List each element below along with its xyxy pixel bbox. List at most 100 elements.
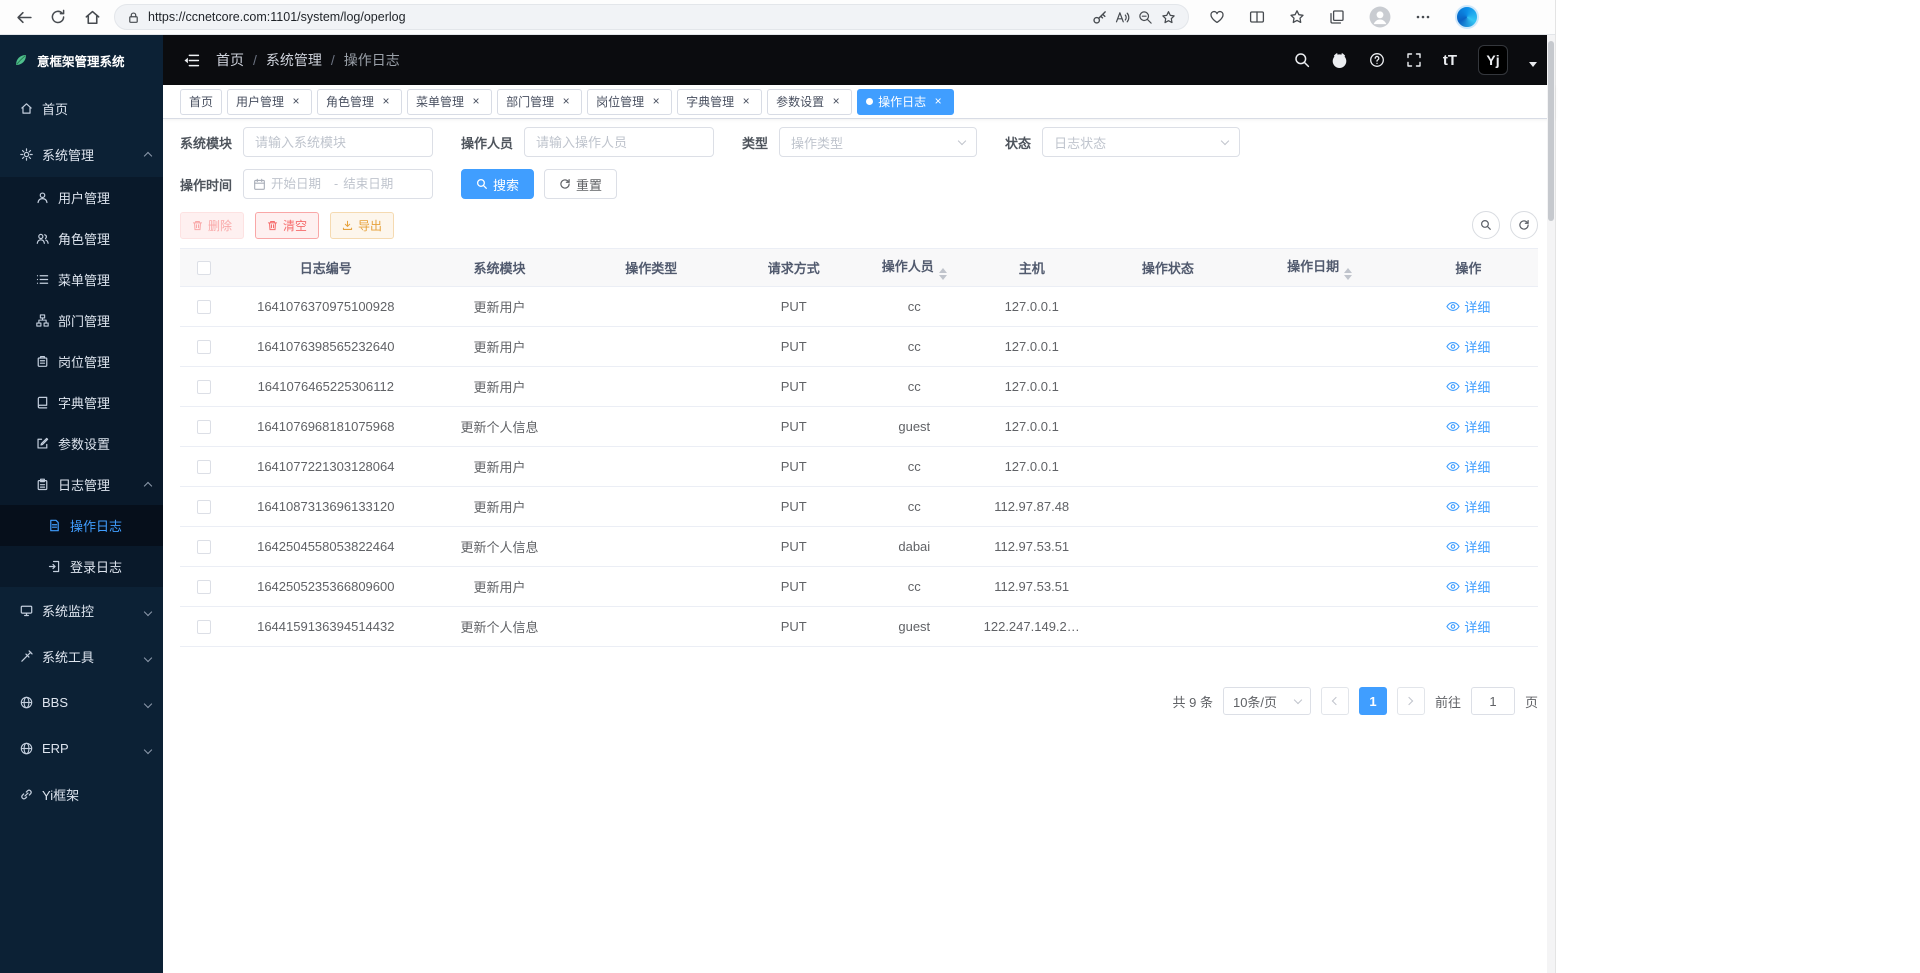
row-checkbox[interactable] <box>197 580 211 594</box>
close-icon[interactable] <box>469 95 483 109</box>
row-checkbox[interactable] <box>197 300 211 314</box>
column-operator[interactable]: 操作人员 <box>860 256 968 280</box>
collections-icon[interactable] <box>1329 9 1345 25</box>
next-page-button[interactable] <box>1397 687 1425 715</box>
sidebar-item-menu-mgmt[interactable]: 菜单管理 <box>0 259 163 300</box>
profile-avatar[interactable] <box>1369 6 1391 28</box>
refresh-icon[interactable] <box>42 3 74 31</box>
operator-input[interactable] <box>524 127 714 157</box>
close-icon[interactable] <box>649 95 663 109</box>
type-select[interactable]: 操作类型 <box>779 127 977 157</box>
tab-param-settings[interactable]: 参数设置 <box>767 89 852 115</box>
breadcrumb-item[interactable]: 系统管理 <box>266 50 322 70</box>
sidebar-item-home[interactable]: 首页 <box>0 85 163 131</box>
column-date[interactable]: 操作日期 <box>1241 256 1399 280</box>
caret-down-icon[interactable] <box>1529 62 1537 67</box>
scrollbar-thumb[interactable] <box>1548 41 1554 221</box>
detail-link[interactable]: 详细 <box>1446 457 1490 476</box>
sidebar-item-monitor[interactable]: 系统监控 <box>0 587 163 633</box>
favorite-add-icon[interactable] <box>1161 10 1176 25</box>
sidebar-item-role-mgmt[interactable]: 角色管理 <box>0 218 163 259</box>
sidebar-item-bbs[interactable]: BBS <box>0 679 163 725</box>
sidebar-item-log-mgmt[interactable]: 日志管理 <box>0 464 163 505</box>
page-size-select[interactable]: 10条/页 <box>1223 687 1311 715</box>
tab-home[interactable]: 首页 <box>180 89 222 115</box>
detail-link[interactable]: 详细 <box>1446 537 1490 556</box>
toggle-search-button[interactable] <box>1472 211 1500 239</box>
close-icon[interactable] <box>829 95 843 109</box>
favorites-icon[interactable] <box>1289 9 1305 25</box>
tab-post-mgmt[interactable]: 岗位管理 <box>587 89 672 115</box>
row-checkbox[interactable] <box>197 380 211 394</box>
detail-link[interactable]: 详细 <box>1446 377 1490 396</box>
address-bar[interactable]: https://ccnetcore.com:1101/system/log/op… <box>114 4 1189 30</box>
date-end-input[interactable] <box>343 177 401 191</box>
copilot-icon[interactable] <box>1455 5 1479 29</box>
close-icon[interactable] <box>559 95 573 109</box>
reset-button[interactable]: 重置 <box>544 169 617 199</box>
tab-oper-log[interactable]: 操作日志 <box>857 89 954 115</box>
tab-user-mgmt[interactable]: 用户管理 <box>227 89 312 115</box>
goto-page-input[interactable] <box>1471 687 1515 715</box>
fullscreen-icon[interactable] <box>1406 52 1422 68</box>
sidebar-item-yi-framework[interactable]: Yi框架 <box>0 771 163 817</box>
detail-link[interactable]: 详细 <box>1446 577 1490 596</box>
select-all-checkbox[interactable] <box>197 261 211 275</box>
password-key-icon[interactable] <box>1092 10 1107 25</box>
browser-essentials-icon[interactable] <box>1209 9 1225 25</box>
date-range-picker[interactable]: - <box>243 169 433 199</box>
detail-link[interactable]: 详细 <box>1446 617 1490 636</box>
close-icon[interactable] <box>289 95 303 109</box>
sidebar-item-param-settings[interactable]: 参数设置 <box>0 423 163 464</box>
user-logo[interactable]: Yj <box>1478 45 1508 75</box>
font-size-icon[interactable]: tT <box>1443 52 1457 69</box>
row-checkbox[interactable] <box>197 500 211 514</box>
sidebar-toggle-icon[interactable] <box>183 52 200 69</box>
sort-icon[interactable] <box>1344 268 1352 280</box>
row-checkbox[interactable] <box>197 340 211 354</box>
sort-icon[interactable] <box>939 268 947 280</box>
delete-button[interactable]: 删除 <box>180 212 244 239</box>
row-checkbox[interactable] <box>197 460 211 474</box>
sidebar-item-system-mgmt[interactable]: 系统管理 <box>0 131 163 177</box>
search-button[interactable]: 搜索 <box>461 169 534 199</box>
current-page[interactable]: 1 <box>1359 687 1387 715</box>
app-logo[interactable]: 意框架管理系统 <box>0 35 163 85</box>
date-start-input[interactable] <box>271 177 329 191</box>
settings-menu-icon[interactable] <box>1415 9 1431 25</box>
detail-link[interactable]: 详细 <box>1446 417 1490 436</box>
detail-link[interactable]: 详细 <box>1446 497 1490 516</box>
github-icon[interactable] <box>1331 52 1348 69</box>
status-select[interactable]: 日志状态 <box>1042 127 1240 157</box>
sidebar-item-login-log[interactable]: 登录日志 <box>0 546 163 587</box>
sidebar-item-tools[interactable]: 系统工具 <box>0 633 163 679</box>
row-checkbox[interactable] <box>197 420 211 434</box>
lock-icon[interactable] <box>127 11 140 24</box>
close-icon[interactable] <box>379 95 393 109</box>
zoom-out-icon[interactable] <box>1138 10 1153 25</box>
tab-role-mgmt[interactable]: 角色管理 <box>317 89 402 115</box>
help-icon[interactable] <box>1369 52 1385 68</box>
close-icon[interactable] <box>739 95 753 109</box>
clear-button[interactable]: 清空 <box>255 212 319 239</box>
sidebar-item-user-mgmt[interactable]: 用户管理 <box>0 177 163 218</box>
back-icon[interactable] <box>8 3 40 31</box>
sidebar-item-dict-mgmt[interactable]: 字典管理 <box>0 382 163 423</box>
row-checkbox[interactable] <box>197 540 211 554</box>
module-input[interactable] <box>243 127 433 157</box>
close-icon[interactable] <box>931 95 945 109</box>
split-screen-icon[interactable] <box>1249 9 1265 25</box>
row-checkbox[interactable] <box>197 620 211 634</box>
home-icon[interactable] <box>76 3 108 31</box>
detail-link[interactable]: 详细 <box>1446 297 1490 316</box>
sidebar-item-erp[interactable]: ERP <box>0 725 163 771</box>
breadcrumb-item[interactable]: 首页 <box>216 50 244 70</box>
tab-menu-mgmt[interactable]: 菜单管理 <box>407 89 492 115</box>
export-button[interactable]: 导出 <box>330 212 394 239</box>
read-aloud-icon[interactable] <box>1115 10 1130 25</box>
sidebar-item-post-mgmt[interactable]: 岗位管理 <box>0 341 163 382</box>
tab-dict-mgmt[interactable]: 字典管理 <box>677 89 762 115</box>
detail-link[interactable]: 详细 <box>1446 337 1490 356</box>
prev-page-button[interactable] <box>1321 687 1349 715</box>
sidebar-item-dept-mgmt[interactable]: 部门管理 <box>0 300 163 341</box>
